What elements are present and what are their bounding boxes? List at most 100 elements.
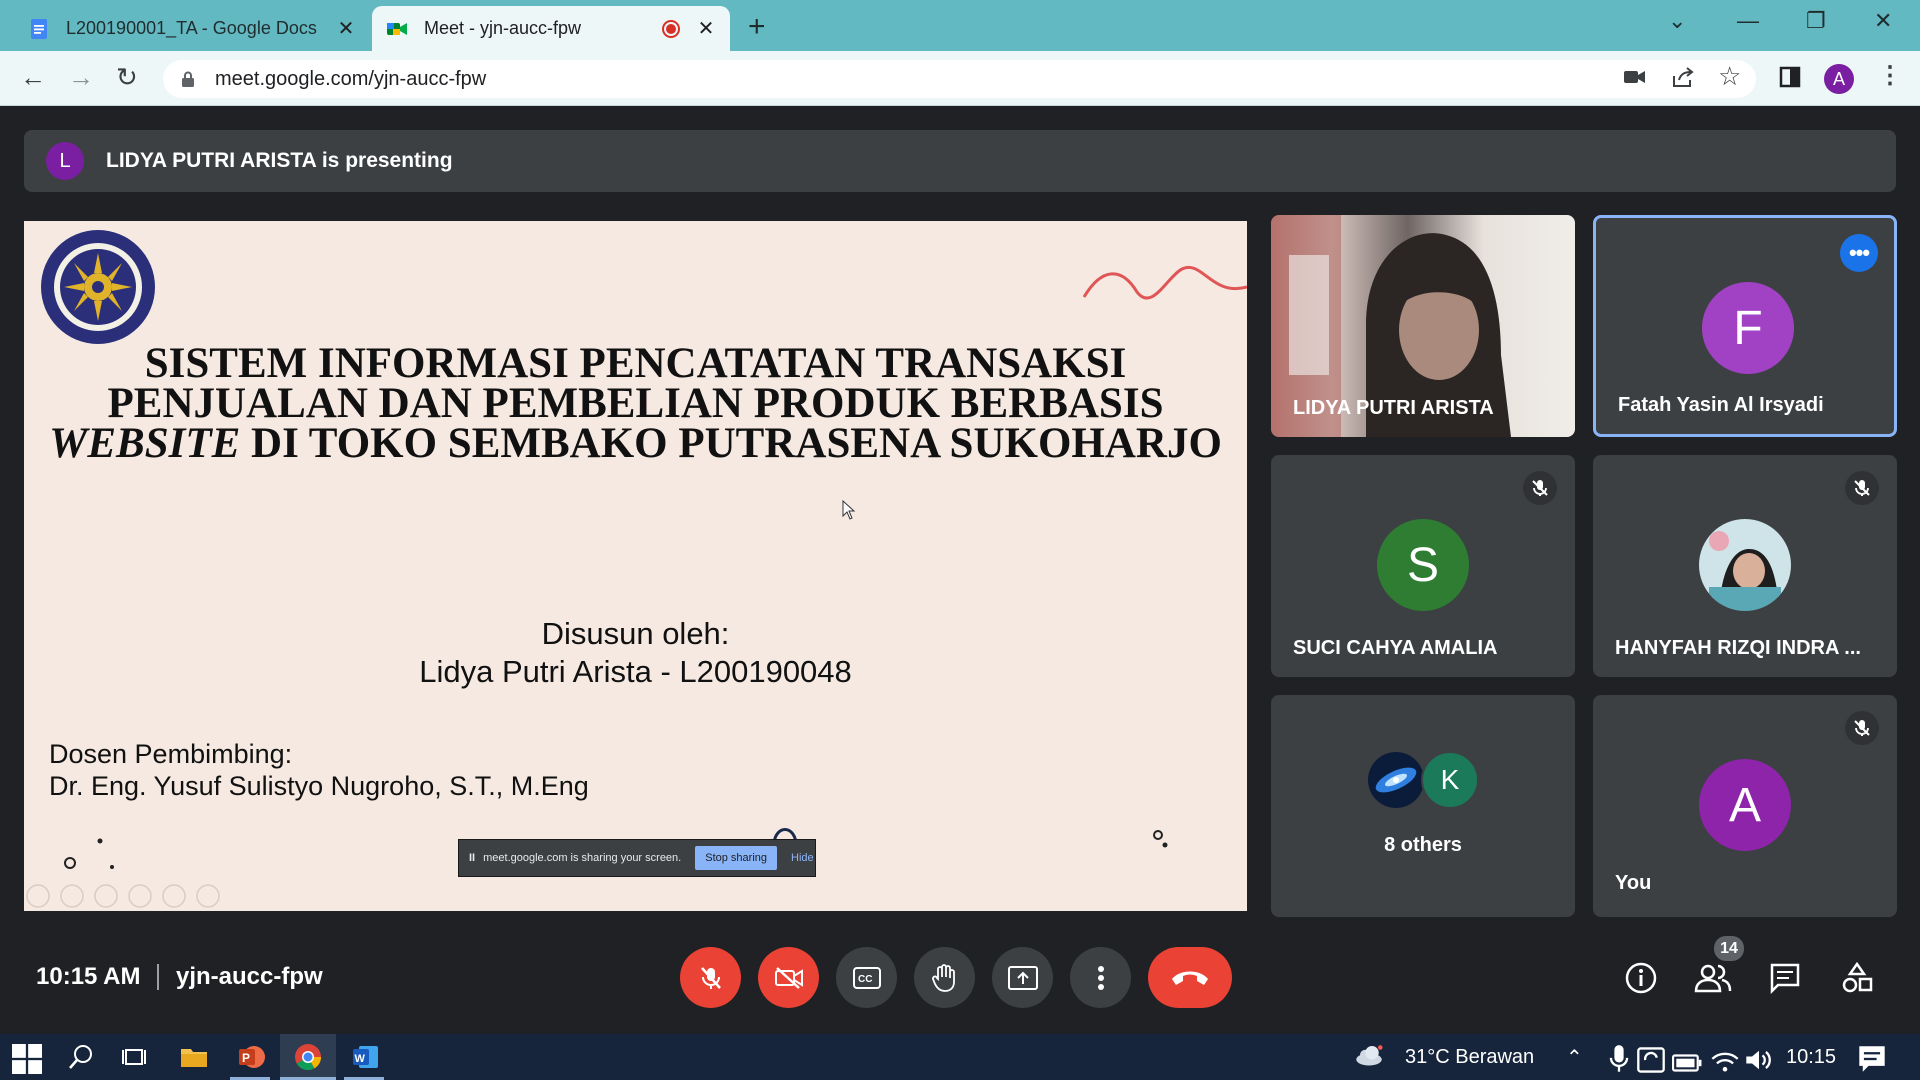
bookmark-star-icon[interactable]: ☆ bbox=[1718, 61, 1741, 92]
camera-off-icon bbox=[774, 966, 803, 989]
tab-meet[interactable]: Meet - yjn-aucc-fpw ✕ bbox=[372, 6, 730, 51]
slide-title-line-3: WEBSITE DI TOKO SEMBAKO PUTRASENA SUKOHA… bbox=[24, 422, 1247, 465]
muted-mic-icon bbox=[1523, 471, 1557, 505]
participant-tile-you[interactable]: A You bbox=[1593, 695, 1897, 917]
participant-tile-hanyfah[interactable]: HANYFAH RIZQI INDRA ... bbox=[1593, 455, 1897, 677]
windows-start-icon[interactable] bbox=[12, 1044, 42, 1074]
presentation-screen: SISTEM INFORMASI PENCATATAN TRANSAKSI PE… bbox=[24, 221, 1247, 911]
chat-icon bbox=[1770, 963, 1800, 994]
close-tab-icon[interactable]: ✕ bbox=[336, 16, 356, 41]
tab-title: L200190001_TA - Google Docs bbox=[66, 18, 317, 38]
chat-button[interactable] bbox=[1763, 956, 1807, 1000]
minimize-icon[interactable]: — bbox=[1737, 8, 1759, 34]
present-now-button[interactable] bbox=[992, 947, 1053, 1008]
battery-icon[interactable] bbox=[1672, 1048, 1702, 1078]
close-tab-icon[interactable]: ✕ bbox=[696, 16, 716, 41]
sync-icon[interactable] bbox=[1636, 1045, 1666, 1075]
tab-title: Meet - yjn-aucc-fpw bbox=[424, 18, 582, 38]
file-explorer-icon[interactable] bbox=[179, 1042, 209, 1072]
meeting-details-button[interactable] bbox=[1619, 956, 1663, 1000]
word-icon[interactable]: W bbox=[350, 1042, 380, 1072]
activities-button[interactable] bbox=[1835, 956, 1879, 1000]
participant-name: You bbox=[1615, 872, 1652, 894]
share-icon[interactable] bbox=[1671, 66, 1695, 88]
hang-up-icon bbox=[1172, 971, 1208, 985]
address-bar: ← → ↻ meet.google.com/yjn-aucc-fpw ☆ A ⋮ bbox=[0, 51, 1920, 106]
tab-search-icon[interactable]: ⌄ bbox=[1668, 8, 1686, 34]
windows-taskbar: P W 31°C Berawan ⌃ 10:15 bbox=[0, 1034, 1920, 1080]
more-options-button[interactable] bbox=[1070, 947, 1131, 1008]
reload-icon[interactable]: ↻ bbox=[116, 62, 138, 93]
restore-icon[interactable]: ❐ bbox=[1806, 8, 1826, 34]
tab-google-docs[interactable]: L200190001_TA - Google Docs ✕ bbox=[14, 6, 370, 51]
presenting-banner: L LIDYA PUTRI ARISTA is presenting bbox=[24, 130, 1896, 192]
search-icon[interactable] bbox=[66, 1042, 96, 1072]
taskbar-clock[interactable]: 10:15 bbox=[1786, 1046, 1836, 1069]
side-panel-icon[interactable] bbox=[1779, 66, 1801, 88]
people-button[interactable] bbox=[1691, 956, 1735, 1000]
participant-tile-suci[interactable]: S SUCI CAHYA AMALIA bbox=[1271, 455, 1575, 677]
new-tab-button[interactable]: + bbox=[748, 10, 766, 44]
decorative-dots bbox=[1153, 830, 1168, 848]
more-options-icon[interactable]: ••• bbox=[1840, 234, 1878, 272]
people-count-badge: 14 bbox=[1714, 936, 1744, 961]
activities-icon bbox=[1842, 962, 1873, 993]
meeting-time: 10:15 AM bbox=[36, 963, 141, 990]
decorative-wave bbox=[1082, 265, 1247, 300]
info-icon bbox=[1625, 962, 1657, 994]
camera-off-button[interactable] bbox=[758, 947, 819, 1008]
author-name: Lidya Putri Arista - L200190048 bbox=[419, 654, 852, 689]
raise-hand-button[interactable] bbox=[914, 947, 975, 1008]
profile-avatar[interactable]: A bbox=[1824, 64, 1854, 94]
stop-sharing-button[interactable]: Stop sharing bbox=[695, 846, 777, 870]
close-window-icon[interactable]: ✕ bbox=[1874, 8, 1892, 34]
browser-tab-bar: L200190001_TA - Google Docs ✕ Meet - yjn… bbox=[0, 0, 1920, 51]
slide-title-line-1: SISTEM INFORMASI PENCATATAN TRANSAKSI bbox=[144, 340, 1127, 387]
slide-title-line-2: PENJUALAN DAN PEMBELIAN PRODUK BERBASIS bbox=[107, 380, 1164, 427]
people-icon bbox=[1694, 964, 1732, 993]
muted-mic-icon bbox=[1845, 471, 1879, 505]
advisor-name: Dr. Eng. Yusuf Sulistyo Nugroho, S.T., M… bbox=[49, 771, 589, 801]
microphone-off-button[interactable] bbox=[680, 947, 741, 1008]
weather-cloud-icon[interactable] bbox=[1354, 1040, 1384, 1070]
forward-icon[interactable]: → bbox=[68, 62, 94, 93]
url-text: meet.google.com/yjn-aucc-fpw bbox=[215, 67, 487, 90]
wifi-icon[interactable] bbox=[1710, 1045, 1740, 1075]
slide-title-italic: WEBSITE bbox=[49, 420, 241, 467]
show-hidden-icons-icon[interactable]: ⌃ bbox=[1566, 1045, 1583, 1070]
chrome-icon[interactable] bbox=[293, 1042, 323, 1072]
muted-mic-icon bbox=[1845, 711, 1879, 745]
hide-button[interactable]: Hide bbox=[791, 852, 814, 864]
participant-avatar-k: K bbox=[1421, 751, 1479, 809]
task-view-icon[interactable] bbox=[120, 1042, 150, 1072]
volume-icon[interactable] bbox=[1744, 1045, 1774, 1075]
participant-tile-fatah[interactable]: ••• F Fatah Yasin Al Irsyadi bbox=[1593, 215, 1897, 437]
camera-in-use-icon[interactable] bbox=[1624, 69, 1646, 85]
presenting-text: LIDYA PUTRI ARISTA is presenting bbox=[106, 149, 453, 172]
advisor-label: Dosen Pembimbing: bbox=[49, 739, 293, 769]
slide-title-rest: DI TOKO SEMBAKO PUTRASENA SUKOHARJO bbox=[240, 420, 1222, 467]
google-docs-icon bbox=[31, 18, 47, 39]
microphone-in-use-icon[interactable] bbox=[1604, 1044, 1634, 1074]
participant-name: Fatah Yasin Al Irsyadi bbox=[1618, 394, 1824, 416]
google-meet-icon bbox=[387, 22, 407, 35]
notifications-icon[interactable] bbox=[1857, 1044, 1887, 1074]
back-icon[interactable]: ← bbox=[20, 62, 46, 93]
participant-name: LIDYA PUTRI ARISTA bbox=[1293, 397, 1494, 419]
svg-text:W: W bbox=[355, 1053, 366, 1065]
captions-button[interactable]: CC bbox=[836, 947, 897, 1008]
mic-off-icon bbox=[700, 966, 721, 989]
decorative-dots bbox=[64, 838, 114, 869]
author-label: Disusun oleh: bbox=[541, 616, 730, 651]
participant-tile-lidya[interactable]: LIDYA PUTRI ARISTA bbox=[1271, 215, 1575, 437]
slideshow-toolbar-icons bbox=[26, 884, 220, 908]
participant-tile-others[interactable]: K 8 others bbox=[1271, 695, 1575, 917]
weather-text[interactable]: 31°C Berawan bbox=[1405, 1046, 1534, 1069]
participant-name: SUCI CAHYA AMALIA bbox=[1293, 637, 1498, 659]
url-field[interactable]: meet.google.com/yjn-aucc-fpw bbox=[163, 60, 1756, 98]
powerpoint-icon[interactable]: P bbox=[236, 1042, 266, 1072]
participant-name: HANYFAH RIZQI INDRA ... bbox=[1615, 637, 1861, 659]
leave-call-button[interactable] bbox=[1148, 947, 1232, 1008]
lock-icon bbox=[182, 71, 194, 87]
browser-menu-icon[interactable]: ⋮ bbox=[1878, 61, 1902, 90]
